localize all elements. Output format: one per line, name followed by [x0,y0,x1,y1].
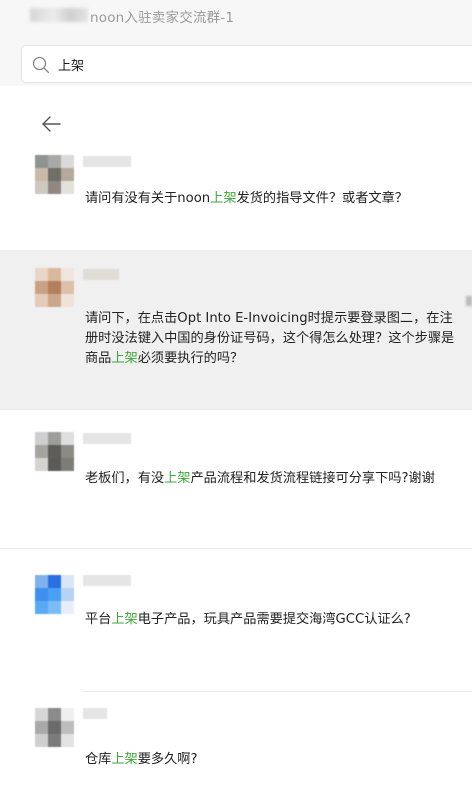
avatar [35,708,74,747]
back-arrow-icon[interactable] [39,113,63,135]
keyword-highlight: 上架 [210,191,237,206]
window-titlebar: noon入驻卖家交流群-1 [0,0,472,34]
sender-name-redacted [83,156,131,167]
message-text: 仓库上架要多久啊? [85,752,198,767]
search-icon [32,56,50,74]
chat-group-title: noon入驻卖家交流群-1 [90,10,235,26]
avatar [35,575,74,614]
redacted-title-prefix [30,8,88,22]
keyword-highlight: 上架 [111,752,138,767]
sender-name-redacted [83,433,131,444]
search-result-item[interactable]: 请问有没有关于noon上架发货的指导文件？或者文章？ [0,145,472,249]
search-area [0,34,472,86]
keyword-highlight: 上架 [111,351,138,366]
scroll-edge-marker [466,296,472,306]
sender-name-redacted [83,269,119,280]
sender-name-redacted [83,575,131,586]
avatar [35,268,74,307]
search-result-item[interactable]: 平台上架电子产品，玩具产品需要提交海湾GCC认证么? [0,549,472,691]
sender-name-redacted [83,708,107,719]
keyword-highlight: 上架 [164,471,191,486]
avatar [35,155,74,194]
search-box[interactable] [21,45,472,83]
avatar [35,432,74,471]
keyword-highlight: 上架 [111,612,138,627]
search-result-item[interactable]: 请问下，在点击Opt Into E-Invoicing时提示要登录图二，在注册时… [0,250,472,409]
search-result-item[interactable]: 仓库上架要多久啊? [0,692,472,808]
search-result-item[interactable]: 老板们，有没上架产品流程和发货流程链接可分享下吗?谢谢 [0,410,472,548]
message-text: 请问下，在点击Opt Into E-Invoicing时提示要登录图二，在注册时… [85,311,455,366]
message-text: 老板们，有没上架产品流程和发货流程链接可分享下吗?谢谢 [85,471,435,486]
search-input[interactable] [58,54,438,74]
message-text: 请问有没有关于noon上架发货的指导文件？或者文章？ [85,191,408,206]
message-text: 平台上架电子产品，玩具产品需要提交海湾GCC认证么? [85,612,411,627]
